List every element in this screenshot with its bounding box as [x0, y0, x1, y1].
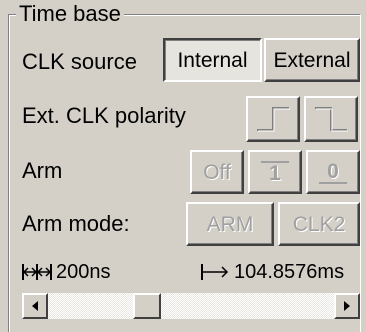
- clk-external-button[interactable]: External: [264, 38, 360, 82]
- sample-period-value: 200ns: [56, 261, 111, 283]
- falling-edge-icon: [315, 107, 348, 132]
- ext-clk-polarity-label: Ext. CLK polarity: [22, 103, 186, 128]
- sample-period-icon: [22, 264, 52, 280]
- arm-zero-label: 0: [319, 161, 347, 184]
- arm-off-label: Off: [203, 160, 231, 184]
- polarity-rising-button[interactable]: [246, 96, 300, 142]
- polarity-falling-button[interactable]: [304, 96, 358, 142]
- scroll-right-icon: [344, 301, 350, 311]
- arm-one-label: 1: [261, 160, 289, 184]
- arm-mode-arm-label: ARM: [206, 212, 254, 236]
- scroll-right-button[interactable]: [334, 293, 360, 319]
- clk-external-label: External: [273, 48, 351, 72]
- arm-mode-clk2-button[interactable]: CLK2: [278, 202, 360, 246]
- arm-off-button[interactable]: Off: [190, 150, 244, 194]
- rising-edge-icon: [257, 107, 290, 132]
- arm-mode-arm-button[interactable]: ARM: [186, 202, 274, 246]
- scroll-thumb[interactable]: [133, 293, 161, 319]
- clk-source-label: CLK source: [22, 49, 137, 74]
- arm-mode-label: Arm mode:: [22, 211, 130, 236]
- clk-internal-button[interactable]: Internal: [163, 38, 262, 82]
- arm-mode-clk2-label: CLK2: [292, 212, 346, 236]
- scroll-left-button[interactable]: [22, 293, 48, 319]
- scroll-left-icon: [32, 301, 38, 311]
- total-span-value: 104.8576ms: [234, 261, 345, 283]
- arm-label: Arm: [22, 158, 63, 183]
- arm-zero-button[interactable]: 0: [306, 150, 360, 194]
- time-base-title: Time base: [16, 2, 124, 26]
- time-scrollbar[interactable]: [22, 293, 360, 319]
- span-arrow-icon: [201, 264, 229, 280]
- arm-one-button[interactable]: 1: [248, 150, 302, 194]
- clk-internal-label: Internal: [177, 48, 248, 72]
